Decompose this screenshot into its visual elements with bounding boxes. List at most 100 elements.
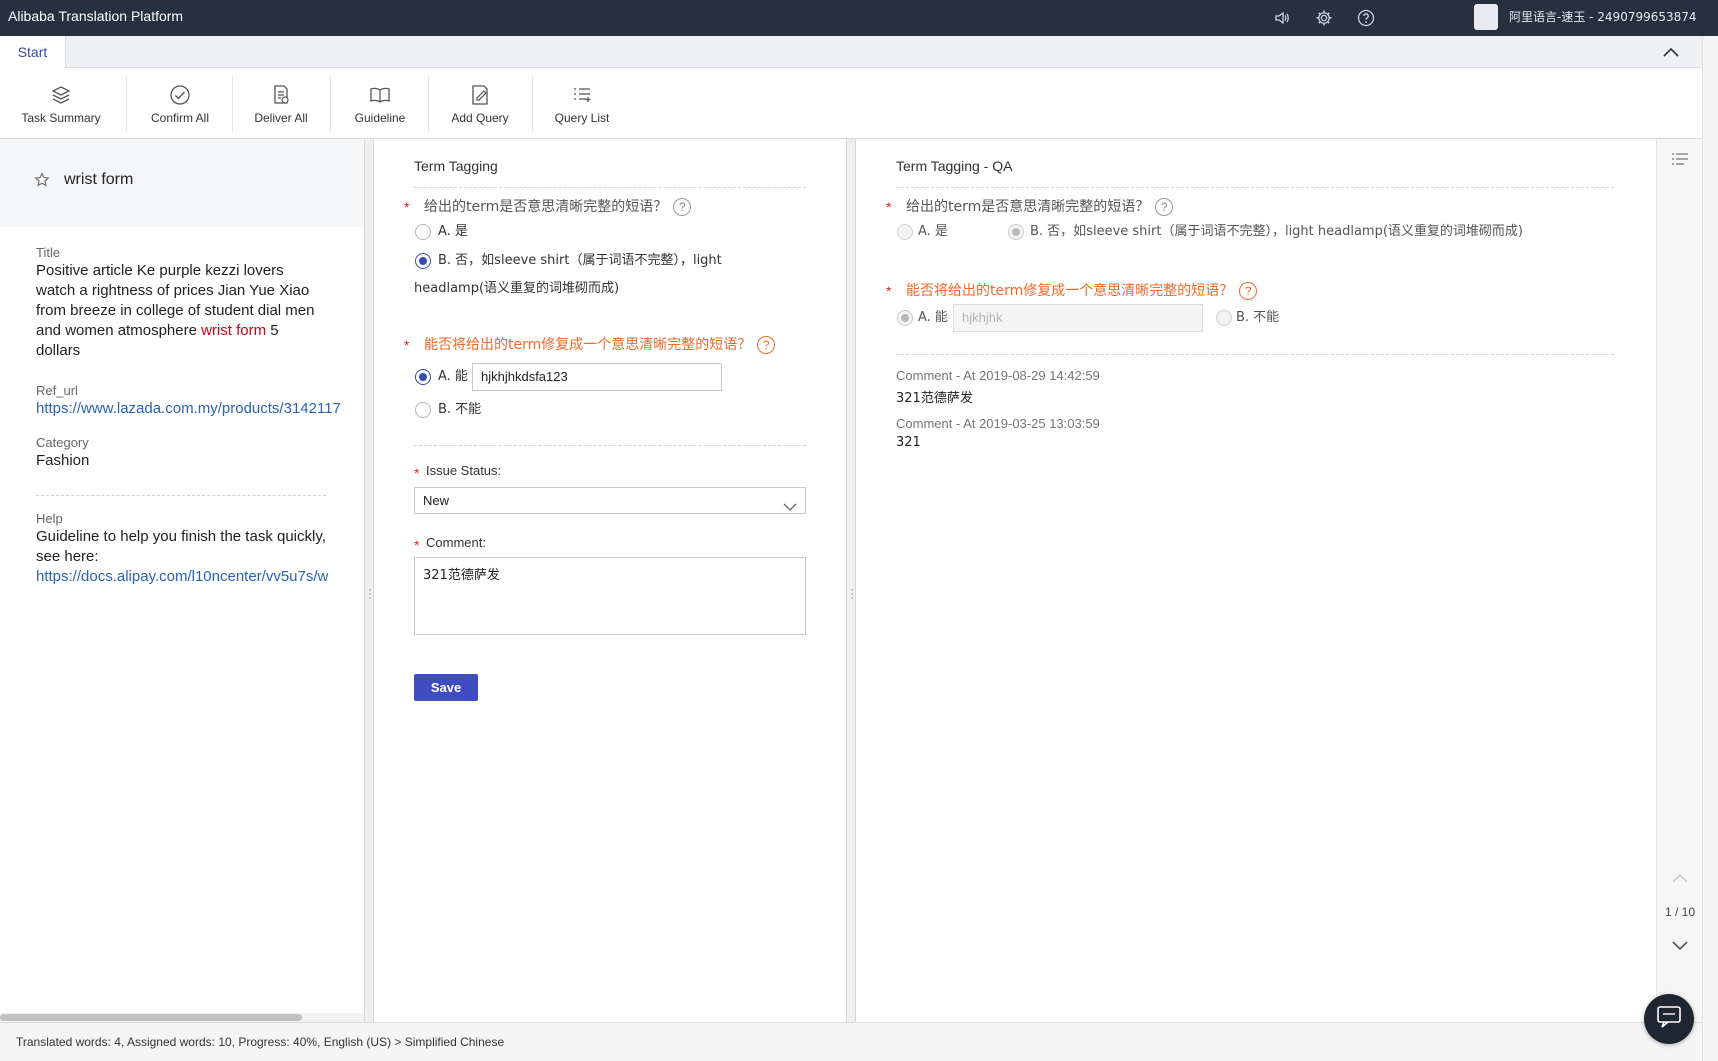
outline-list-icon[interactable] — [1671, 151, 1689, 169]
qa-q2-option-b-label: B. 不能 — [1236, 310, 1280, 325]
ref-url-label: Ref_url — [36, 383, 78, 398]
help-label: Help — [36, 511, 63, 526]
q2-option-b-label[interactable]: B. 不能 — [438, 396, 481, 424]
horizontal-scrollbar[interactable] — [0, 1013, 364, 1022]
qa-q1-option-b-label: B. 否，如sleeve shirt（属于词语不完整），light headla… — [1030, 224, 1523, 239]
help-link[interactable]: https://docs.alipay.com/l10ncenter/vv5u7… — [36, 568, 328, 585]
divider — [414, 445, 806, 446]
issue-status-label: Issue Status: — [426, 463, 502, 478]
scrollbar-thumb[interactable] — [0, 1014, 302, 1021]
star-icon[interactable] — [34, 172, 50, 188]
q1-option-b-label[interactable]: B. 否，如sleeve shirt（属于词语不完整），light — [438, 247, 722, 275]
query-list-label: Query List — [554, 110, 610, 125]
document-check-icon — [269, 83, 293, 107]
query-list-button[interactable]: Query List — [552, 68, 612, 139]
speaker-icon[interactable] — [1270, 6, 1294, 30]
title-label: Title — [36, 245, 61, 260]
guideline-button[interactable]: Guideline — [346, 68, 414, 139]
layers-icon — [49, 83, 73, 107]
list-icon — [570, 83, 594, 107]
gear-icon[interactable] — [1312, 6, 1336, 30]
comment-meta: Comment - At 2019-03-25 13:03:59 — [896, 416, 1100, 431]
question-help-icon[interactable]: ? — [757, 336, 776, 354]
issue-status-select[interactable]: New — [414, 487, 806, 514]
toolbar-separator — [532, 76, 533, 132]
q2-option-b-radio[interactable] — [415, 402, 431, 418]
title-highlight: wrist form — [201, 322, 267, 339]
guideline-label: Guideline — [354, 110, 406, 125]
comment-label: Comment: — [426, 535, 486, 550]
question-help-icon[interactable]: ? — [673, 198, 692, 216]
user-name[interactable]: 阿里语言-速玉 - 2490799653874 — [1509, 8, 1697, 25]
top-bar: Alibaba Translation Platform 阿里语言-速玉 - 2… — [0, 0, 1718, 36]
check-circle-icon — [168, 83, 192, 107]
q2-option-a-radio[interactable] — [415, 369, 431, 385]
confirm-all-label: Confirm All — [150, 110, 209, 125]
status-text: Translated words: 4, Assigned words: 10,… — [16, 1035, 505, 1049]
section-title: Term Tagging — [414, 158, 498, 174]
help-icon[interactable] — [1354, 6, 1378, 30]
deliver-all-button[interactable]: Deliver All — [248, 68, 314, 139]
tab-start[interactable]: Start — [0, 36, 66, 68]
term-header: wrist form — [0, 139, 364, 227]
qa-question-1: 给出的term是否意思清晰完整的短语？? — [906, 196, 1174, 216]
pane-resizer[interactable]: · · · — [846, 139, 856, 1022]
divider — [896, 187, 1614, 188]
add-query-button[interactable]: Add Query — [446, 68, 514, 139]
chat-button[interactable] — [1644, 994, 1694, 1044]
drag-handle-icon[interactable]: · · · — [368, 583, 372, 603]
toolbar-separator — [126, 76, 127, 132]
comment-text: 321 — [896, 435, 921, 450]
q1-option-b-label-cont[interactable]: headlamp(语义重复的词堆砌而成) — [414, 275, 619, 303]
required-mark: * — [414, 465, 420, 481]
qa-q2-option-a-radio — [897, 310, 913, 326]
qa-question-2: 能否将给出的term修复成一个意思清晰完整的短语？? — [906, 280, 1258, 300]
question-help-icon[interactable]: ? — [1155, 198, 1174, 216]
q2-option-a-label[interactable]: A. 能 — [438, 363, 468, 391]
task-summary-button[interactable]: Task Summary — [18, 68, 104, 139]
chevron-up-icon[interactable] — [1660, 42, 1682, 62]
task-summary-label: Task Summary — [21, 110, 101, 125]
q1-option-a-label[interactable]: A. 是 — [438, 218, 468, 246]
qa-q2-option-a-label: A. 能 — [918, 310, 948, 325]
qa-q2-option-b-radio — [1216, 310, 1232, 326]
avatar[interactable] — [1474, 4, 1498, 30]
toolbar: Task Summary Confirm All Deliver All Gui… — [0, 68, 1702, 139]
chat-icon — [1656, 1005, 1682, 1034]
chevron-up-icon[interactable] — [1671, 871, 1689, 885]
ref-url-link[interactable]: https://www.lazada.com.my/products/31421… — [36, 400, 341, 417]
comment-textarea[interactable]: 321范德萨发 — [414, 557, 806, 635]
term-text: wrist form — [64, 171, 134, 188]
chevron-down-icon[interactable] — [1671, 939, 1689, 953]
qa-q1-option-b-radio — [1008, 224, 1024, 240]
question-2: 能否将给出的term修复成一个意思清晰完整的短语？? — [424, 334, 776, 354]
qa-fixed-term-input: hjkhjhk — [953, 304, 1203, 332]
q1-option-b-radio[interactable] — [415, 253, 431, 269]
drag-handle-icon[interactable]: · · · — [850, 583, 854, 603]
title-value: Positive article Ke purple kezzi lovers … — [36, 261, 326, 361]
toolbar-separator — [232, 76, 233, 132]
save-button[interactable]: Save — [414, 674, 478, 701]
comment-meta: Comment - At 2019-08-29 14:42:59 — [896, 368, 1100, 383]
question-2-text: 能否将给出的term修复成一个意思清晰完整的短语？ — [424, 337, 752, 353]
help-value: Guideline to help you finish the task qu… — [36, 527, 328, 587]
q1-option-a-radio[interactable] — [415, 224, 431, 240]
toolbar-separator — [428, 76, 429, 132]
fixed-term-input[interactable]: hjkhjhkdsfa123 — [472, 363, 722, 391]
pane-resizer[interactable]: · · · — [364, 139, 374, 1022]
book-icon — [368, 83, 392, 107]
divider — [896, 354, 1614, 355]
edit-document-icon — [468, 83, 492, 107]
confirm-all-button[interactable]: Confirm All — [144, 68, 216, 139]
required-mark: * — [404, 337, 410, 353]
required-mark: * — [886, 199, 892, 215]
required-mark: * — [414, 537, 420, 553]
divider — [36, 495, 326, 496]
side-rail: 1 / 10 — [1656, 139, 1702, 1022]
chevron-down-icon — [783, 495, 797, 511]
section-title: Term Tagging - QA — [896, 158, 1013, 174]
question-help-icon[interactable]: ? — [1239, 282, 1258, 300]
window-scrollbar[interactable] — [1702, 36, 1718, 1061]
add-query-label: Add Query — [451, 110, 509, 125]
required-mark: * — [886, 283, 892, 299]
